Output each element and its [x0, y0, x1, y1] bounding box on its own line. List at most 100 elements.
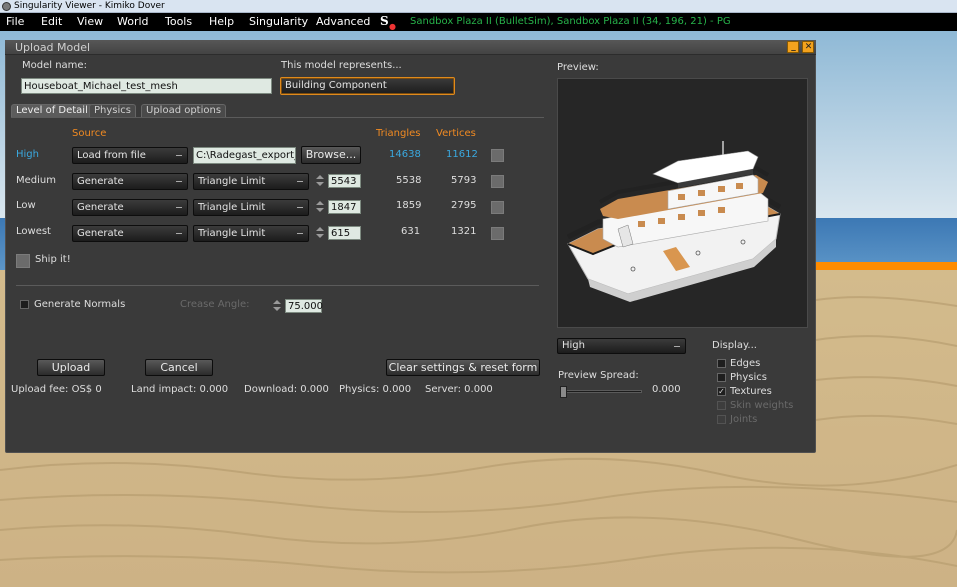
represents-value: Building Component [285, 80, 387, 91]
lod-low-label: Low [16, 200, 36, 211]
location-bar[interactable]: Sandbox Plaza II (BulletSim), Sandbox Pl… [410, 13, 731, 30]
preview-label: Preview: [557, 62, 599, 73]
lod-medium-vertices: 5793 [451, 175, 477, 186]
minimize-button[interactable]: _ [787, 41, 799, 53]
upload-fee: Upload fee: OS$ 0 [11, 384, 102, 395]
preview-lod-select[interactable]: High [557, 338, 686, 354]
section-divider [16, 285, 539, 286]
generate-normals-label: Generate Normals [34, 299, 126, 310]
lod-high-file-input[interactable]: C:\Radegast_export_d [193, 147, 296, 164]
window-title: Singularity Viewer - Kimiko Dover [14, 1, 165, 11]
menu-world[interactable]: World [117, 13, 149, 31]
represents-select[interactable]: Building Component [280, 77, 455, 95]
floater-title: Upload Model [15, 41, 91, 54]
generate-normals-checkbox[interactable] [20, 300, 29, 309]
skin-weights-checkbox[interactable] [717, 401, 726, 410]
lod-lowest-source-select[interactable]: Generate [72, 225, 188, 242]
lod-high-vertices: 11612 [446, 149, 478, 160]
lod-low-status-indicator [491, 201, 504, 214]
menu-singularity[interactable]: Singularity [249, 13, 308, 31]
lod-medium-method-value: Triangle Limit [198, 176, 266, 187]
lod-high-label: High [16, 149, 39, 160]
col-vertices: Vertices [436, 128, 476, 139]
download-cost: Download: 0.000 [244, 384, 329, 395]
lod-lowest-vertices: 1321 [451, 226, 477, 237]
lod-low-method-value: Triangle Limit [198, 202, 266, 213]
ship-it-label: Ship it! [35, 254, 71, 265]
lod-low-source-select[interactable]: Generate [72, 199, 188, 216]
lod-low-vertices: 2795 [451, 200, 477, 211]
lod-low-method-select[interactable]: Triangle Limit [193, 199, 309, 216]
textures-checkbox[interactable]: ✓ [717, 387, 726, 396]
close-icon: ✕ [804, 42, 813, 52]
lod-lowest-method-select[interactable]: Triangle Limit [193, 225, 309, 242]
floater-titlebar[interactable]: Upload Model _ ✕ [5, 40, 816, 55]
textures-label: Textures [730, 386, 772, 397]
lod-medium-limit-input[interactable]: 5543 [328, 174, 361, 188]
tab-divider [11, 117, 544, 118]
physics-label: Physics [730, 372, 767, 383]
tab-level-of-detail[interactable]: Level of Detail [11, 104, 93, 117]
lod-medium-status-indicator [491, 175, 504, 188]
lod-low-source-value: Generate [77, 202, 124, 213]
lod-lowest-source-value: Generate [77, 228, 124, 239]
lod-medium-source-select[interactable]: Generate [72, 173, 188, 190]
crease-angle-input[interactable]: 75.000 [285, 299, 323, 313]
clear-settings-button[interactable]: Clear settings & reset form [386, 359, 540, 376]
cancel-button[interactable]: Cancel [145, 359, 213, 376]
houseboat-model-render [566, 141, 782, 302]
preview-spread-track[interactable] [561, 390, 642, 393]
lod-lowest-label: Lowest [16, 226, 51, 237]
menu-edit[interactable]: Edit [41, 13, 62, 31]
display-label: Display... [712, 340, 757, 351]
lod-high-triangles: 14638 [389, 149, 421, 160]
menu-tools[interactable]: Tools [165, 13, 192, 31]
lod-medium-method-select[interactable]: Triangle Limit [193, 173, 309, 190]
joints-checkbox[interactable] [717, 415, 726, 424]
lod-medium-spinner[interactable] [314, 173, 326, 189]
singularity-logo-icon[interactable]: S ● [380, 14, 396, 31]
lod-low-spinner[interactable] [314, 199, 326, 215]
preview-spread-value: 0.000 [652, 384, 681, 395]
preview-lod-value: High [562, 340, 585, 351]
lod-low-limit-input[interactable]: 1847 [328, 200, 361, 214]
preview-spread-label: Preview Spread: [558, 370, 639, 381]
lod-lowest-status-indicator [491, 227, 504, 240]
browse-button[interactable]: Browse... [301, 146, 361, 164]
preview-viewport[interactable] [557, 78, 808, 328]
lod-lowest-limit-input[interactable]: 615 [328, 226, 361, 240]
crease-angle-spinner[interactable] [271, 298, 283, 314]
col-triangles: Triangles [376, 128, 421, 139]
lod-lowest-triangles: 631 [401, 226, 421, 237]
physics-cost: Physics: 0.000 [339, 384, 412, 395]
lod-lowest-method-value: Triangle Limit [198, 228, 266, 239]
edges-checkbox[interactable] [717, 359, 726, 368]
ship-it-indicator [16, 254, 30, 268]
tab-physics[interactable]: Physics [89, 104, 136, 117]
lod-medium-source-value: Generate [77, 176, 124, 187]
close-button[interactable]: ✕ [802, 41, 814, 53]
minimize-icon: _ [791, 42, 796, 52]
lod-high-source-select[interactable]: Load from file [72, 147, 188, 164]
lod-medium-triangles: 5538 [396, 175, 422, 186]
lod-lowest-spinner[interactable] [314, 225, 326, 241]
tab-upload-options[interactable]: Upload options [141, 104, 227, 117]
model-name-label: Model name: [22, 60, 87, 71]
server-cost: Server: 0.000 [425, 384, 493, 395]
model-name-input[interactable]: Houseboat_Michael_test_mesh [21, 78, 272, 94]
app-icon [2, 2, 11, 11]
crease-angle-label: Crease Angle: [180, 299, 250, 310]
skin-weights-label: Skin weights [730, 400, 794, 411]
col-source: Source [72, 128, 107, 139]
lod-high-status-indicator [491, 149, 504, 162]
menu-file[interactable]: File [6, 13, 24, 31]
menu-advanced[interactable]: Advanced [316, 13, 370, 31]
joints-label: Joints [730, 414, 758, 425]
lod-low-triangles: 1859 [396, 200, 422, 211]
preview-spread-handle[interactable] [560, 386, 567, 398]
upload-button[interactable]: Upload [37, 359, 105, 376]
physics-checkbox[interactable] [717, 373, 726, 382]
lod-medium-label: Medium [16, 175, 56, 186]
menu-help[interactable]: Help [209, 13, 234, 31]
menu-view[interactable]: View [77, 13, 103, 31]
